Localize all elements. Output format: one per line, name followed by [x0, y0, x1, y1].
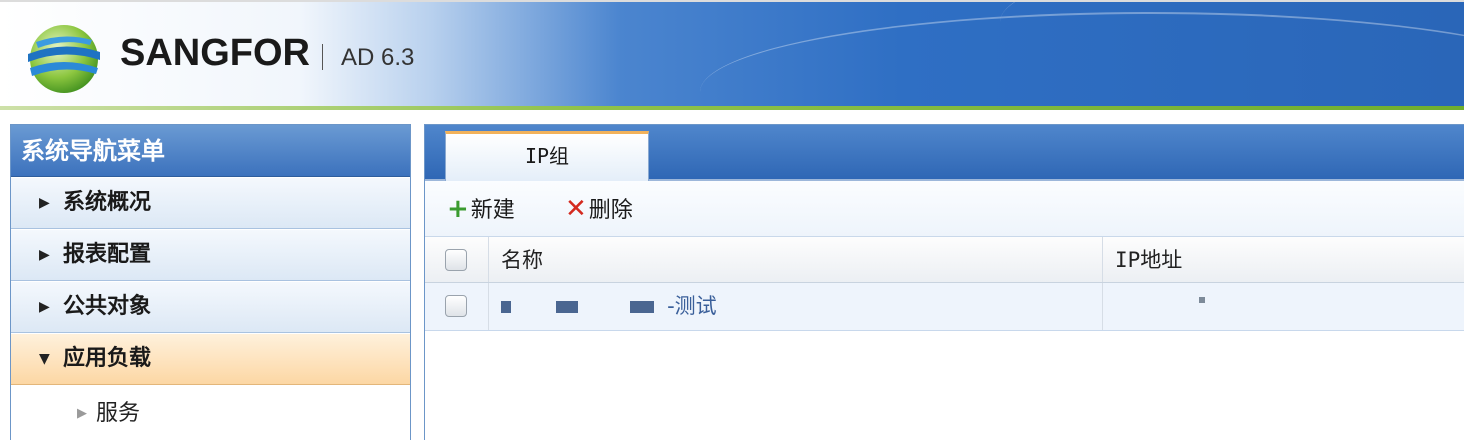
table-header: 名称 IP地址 — [425, 237, 1464, 283]
sidebar-item-system-overview[interactable]: ▶ 系统概况 — [11, 177, 410, 229]
triangle-right-icon: ▶ — [39, 195, 50, 211]
x-icon: ✕ — [565, 194, 587, 224]
sidebar-title: 系统导航菜单 — [11, 125, 410, 177]
row-ip-cell — [1103, 283, 1464, 330]
delete-button[interactable]: ✕删除 — [565, 181, 633, 237]
sidebar-item-report-config[interactable]: ▶ 报表配置 — [11, 229, 410, 281]
redacted-block — [501, 301, 511, 313]
tab-bar: IP组 — [425, 125, 1464, 181]
brand-name: SANGFOR — [120, 32, 310, 74]
delete-button-label: 删除 — [588, 198, 633, 223]
redacted-block — [630, 301, 655, 313]
tab-ip-group[interactable]: IP组 — [445, 131, 649, 181]
app-header: SANGFOR AD 6.3 — [0, 0, 1464, 110]
main-panel: IP组 +新建 ✕删除 名称 IP地址 -测试 — [424, 124, 1464, 440]
sidebar-subitem-label: 服务 — [96, 401, 141, 426]
navigation-sidebar: 系统导航菜单 ▶ 系统概况 ▶ 报表配置 ▶ 公共对象 ▼ 应用负载 ▶ 服务 — [10, 124, 411, 440]
sidebar-item-label: 公共对象 — [63, 294, 152, 319]
plus-icon: + — [447, 194, 469, 224]
new-button-label: 新建 — [470, 198, 515, 223]
select-all-checkbox[interactable] — [445, 249, 467, 271]
sidebar-item-public-objects[interactable]: ▶ 公共对象 — [11, 281, 410, 333]
sidebar-subitem-service[interactable]: ▶ 服务 — [11, 385, 410, 440]
brand-separator — [322, 44, 323, 70]
row-check-cell — [425, 283, 489, 330]
small-triangle-right-icon: ▶ — [77, 406, 87, 421]
new-button[interactable]: +新建 — [447, 181, 515, 237]
triangle-right-icon: ▶ — [39, 247, 50, 263]
table-row[interactable]: -测试 — [425, 283, 1464, 331]
row-name-link[interactable]: -测试 — [667, 294, 717, 318]
row-checkbox[interactable] — [445, 295, 467, 317]
column-header-ip[interactable]: IP地址 — [1103, 237, 1464, 282]
row-name-cell: -测试 — [489, 283, 1103, 330]
sidebar-item-label: 报表配置 — [63, 242, 152, 267]
triangle-right-icon: ▶ — [39, 299, 50, 315]
sidebar-item-label: 应用负载 — [63, 346, 152, 371]
toolbar: +新建 ✕删除 — [425, 181, 1464, 237]
redacted-ip-mark — [1199, 297, 1205, 303]
redacted-block — [555, 301, 578, 313]
column-header-name[interactable]: 名称 — [489, 237, 1103, 282]
sidebar-item-label: 系统概况 — [63, 190, 152, 215]
sangfor-globe-logo — [28, 25, 100, 93]
sidebar-item-app-load[interactable]: ▼ 应用负载 — [11, 333, 410, 385]
header-check-cell — [425, 237, 489, 282]
product-version: AD 6.3 — [341, 44, 415, 71]
triangle-down-icon: ▼ — [39, 351, 50, 367]
